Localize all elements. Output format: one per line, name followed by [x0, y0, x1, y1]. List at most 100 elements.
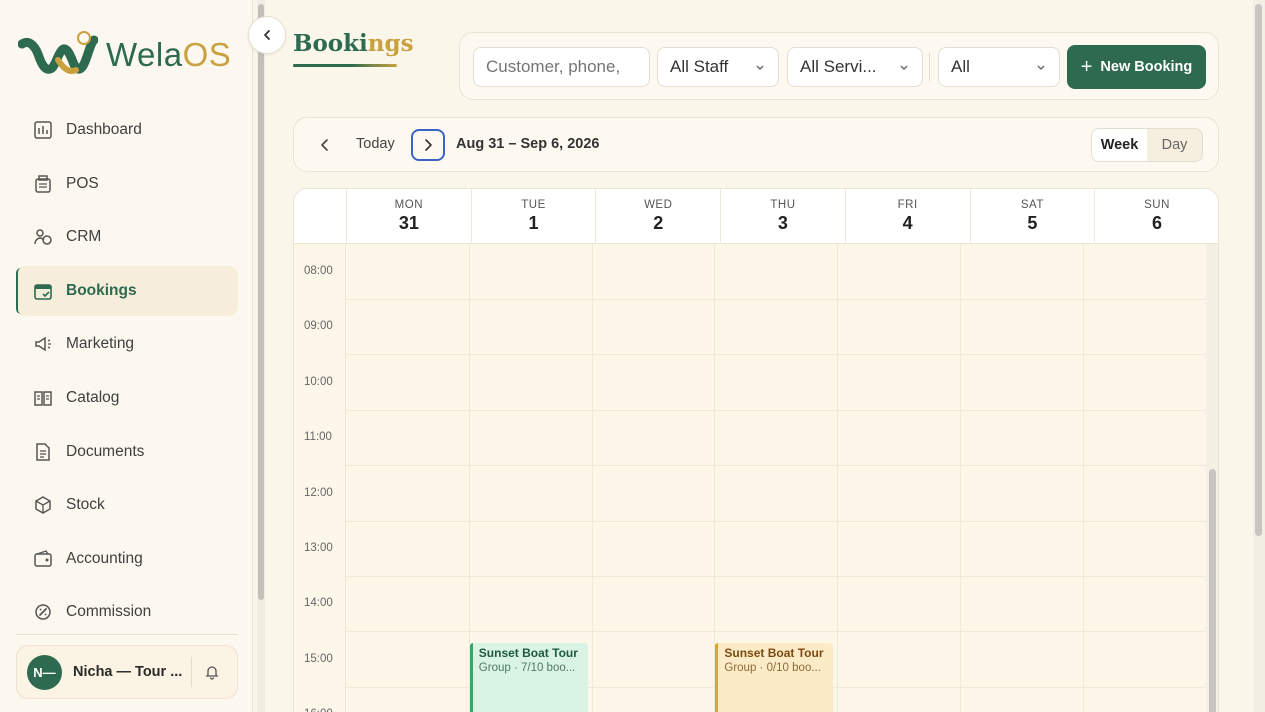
chevron-down-icon	[1037, 65, 1045, 70]
toolbar-divider	[929, 53, 930, 81]
title-underline	[293, 64, 397, 67]
chevron-down-icon	[900, 65, 908, 70]
document-icon	[32, 441, 54, 463]
time-label: 15:00	[304, 652, 333, 665]
chevron-right-icon	[425, 139, 432, 151]
staff-select[interactable]: All Staff	[657, 47, 779, 87]
date-range-label: Aug 31 – Sep 6, 2026	[456, 136, 600, 152]
prev-week-button[interactable]	[314, 134, 336, 156]
event-subtitle: Group · 7/10 boo...	[478, 661, 576, 674]
week-view-button[interactable]: Week	[1092, 129, 1147, 161]
day-number-label: 5	[1027, 213, 1038, 233]
sidebar-item-accounting[interactable]: Accounting	[16, 534, 238, 584]
day-of-week-label: THU	[770, 199, 796, 211]
booking-event[interactable]: Sunset Boat Tour Group · 7/10 boo...	[469, 642, 588, 712]
hour-gridline	[346, 465, 1206, 467]
calendar-nav-bar: Today Aug 31 – Sep 6, 2026 Week Day	[293, 117, 1219, 172]
page-scrollbar[interactable]	[1253, 0, 1265, 712]
sidebar-item-pos[interactable]: POS	[16, 159, 238, 209]
event-title: Sunset Boat Tour	[724, 645, 824, 660]
bell-icon[interactable]	[202, 662, 222, 682]
time-label: 10:00	[304, 375, 333, 388]
calendar-header: MON 31 TUE 1 WED 2 THU 3 FRI 4 SAT 5 SUN 6	[294, 189, 1218, 244]
day-header-sun[interactable]: SUN 6	[1094, 189, 1218, 244]
chevron-left-icon	[321, 139, 328, 151]
day-number-label: 31	[398, 213, 419, 233]
day-view-button[interactable]: Day	[1147, 129, 1202, 161]
service-select[interactable]: All Servi...	[787, 47, 923, 87]
day-of-week-label: SAT	[1020, 199, 1044, 211]
time-label: 09:00	[304, 320, 333, 333]
day-column-divider	[468, 244, 470, 712]
search-input[interactable]	[473, 47, 650, 87]
day-number-label: 3	[777, 213, 788, 233]
time-label: 12:00	[304, 486, 333, 499]
avatar: N—	[27, 654, 62, 690]
day-header-thu[interactable]: THU 3	[720, 189, 845, 244]
time-label: 13:00	[304, 542, 333, 554]
sidebar-item-marketing[interactable]: Marketing	[16, 319, 238, 369]
week-calendar: MON 31 TUE 1 WED 2 THU 3 FRI 4 SAT 5 SUN 6 08:00 09:00…	[293, 188, 1219, 712]
sidebar-item-bookings[interactable]: Bookings	[16, 265, 238, 316]
status-select[interactable]: All	[938, 47, 1060, 87]
day-number-label: 1	[528, 213, 539, 233]
logo-text: WelaOS	[106, 36, 232, 73]
calendar-grid[interactable]: 08:00 09:00 10:00 11:00 12:00 13:00 14:00 15:00…	[294, 244, 1218, 712]
sidebar-item-dashboard[interactable]: Dashboard	[16, 105, 238, 155]
sidebar-item-catalog[interactable]: Catalog	[16, 373, 238, 423]
user-name: Nicha — Tour ...	[73, 664, 183, 680]
sidebar-item-label: Accounting	[66, 549, 143, 567]
time-column: 08:00 09:00 10:00 11:00 12:00 13:00 14:00 15:00…	[294, 244, 346, 712]
day-header-tue[interactable]: TUE 1	[470, 189, 596, 244]
day-header-sat[interactable]: SAT 5	[969, 189, 1095, 244]
page-title: Bookings	[293, 30, 414, 57]
today-button[interactable]: Today	[356, 136, 395, 152]
filter-toolbar: All Staff All Servi... All + New Booking	[459, 32, 1219, 100]
new-booking-button[interactable]: + New Booking	[1067, 45, 1206, 89]
sidebar-item-label: Stock	[66, 496, 105, 514]
sidebar-item-crm[interactable]: CRM	[16, 212, 238, 262]
service-select-value: All Servi...	[800, 57, 877, 76]
next-week-button[interactable]	[411, 129, 445, 161]
day-of-week-label: FRI	[897, 199, 918, 211]
sidebar-item-label: Documents	[66, 442, 145, 460]
hour-gridline	[346, 354, 1206, 356]
day-column-divider	[960, 244, 961, 712]
catalog-icon	[32, 387, 54, 409]
pos-icon	[32, 173, 54, 195]
day-header-wed[interactable]: WED 2	[595, 189, 720, 244]
calendar-scrollbar[interactable]	[1206, 244, 1218, 712]
day-of-week-label: WED	[644, 199, 673, 211]
sidebar-item-stock[interactable]: Stock	[16, 480, 238, 530]
day-of-week-label: MON	[394, 199, 424, 211]
dashboard-icon	[32, 119, 54, 141]
hour-gridline	[346, 409, 1206, 411]
day-of-week-label: TUE	[521, 199, 546, 211]
user-card[interactable]: N— Nicha — Tour ...	[16, 645, 238, 699]
event-title: Sunset Boat Tour	[478, 645, 578, 660]
hour-gridline	[346, 299, 1206, 300]
staff-select-value: All Staff	[670, 57, 729, 76]
sidebar-item-label: Dashboard	[66, 121, 142, 138]
calendar-icon	[32, 280, 54, 302]
plus-icon: +	[1080, 56, 1093, 78]
app-logo[interactable]: WelaOS	[18, 30, 231, 80]
chevron-down-icon	[756, 65, 764, 70]
sidebar: WelaOS Dashboard POS CRM Bookings Market…	[0, 0, 253, 712]
crm-icon	[32, 226, 54, 248]
sidebar-divider	[16, 634, 238, 635]
collapse-sidebar-button[interactable]	[248, 16, 286, 54]
sidebar-item-label: Bookings	[66, 281, 137, 299]
sidebar-scrollbar[interactable]	[257, 0, 265, 712]
booking-event[interactable]: Sunset Boat Tour Group · 0/10 boo...	[715, 642, 834, 712]
day-header-fri[interactable]: FRI 4	[844, 189, 970, 244]
day-number-label: 2	[653, 213, 664, 233]
sidebar-item-documents[interactable]: Documents	[16, 427, 238, 477]
sidebar-item-commission[interactable]: Commission	[16, 587, 238, 637]
day-header-mon[interactable]: MON 31	[346, 189, 471, 244]
time-label: 14:00	[304, 597, 333, 610]
sidebar-item-label: POS	[66, 174, 99, 192]
sidebar-item-label: Catalog	[66, 388, 120, 406]
day-of-week-label: SUN	[1144, 199, 1170, 211]
day-number-label: 6	[1152, 213, 1163, 233]
